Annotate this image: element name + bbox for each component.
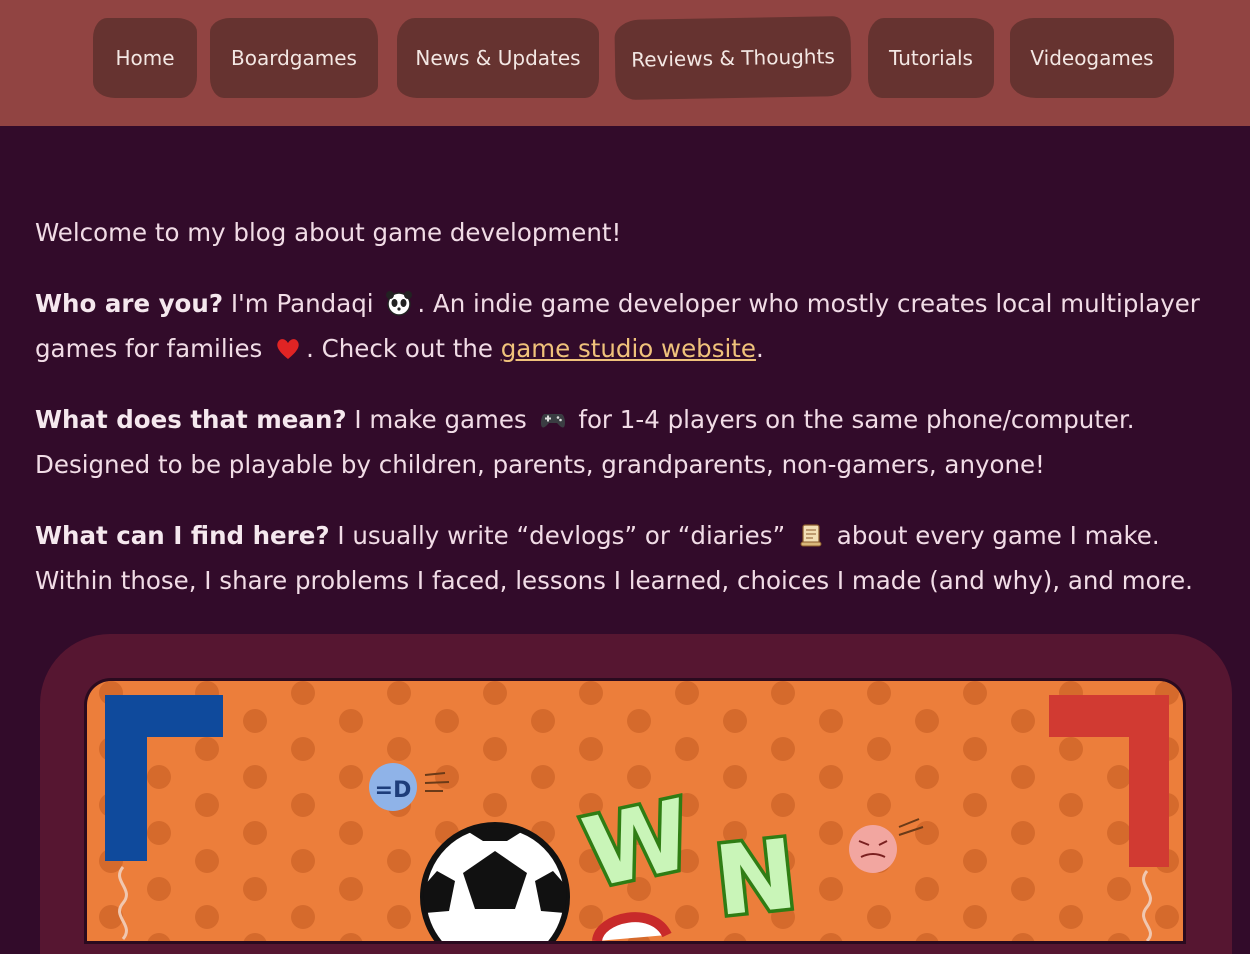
scroll-icon [800, 524, 822, 547]
who-paragraph: Who are you? I'm Pandaqi . An indie game… [35, 289, 1200, 363]
what-question: What does that mean? [35, 405, 347, 434]
nav-home[interactable]: Home [93, 18, 197, 98]
soccer-ball-icon [420, 822, 570, 941]
letter-n: N [706, 815, 805, 941]
game-studio-link[interactable]: game studio website [501, 334, 756, 363]
who-question: Who are you? [35, 289, 224, 318]
nav-reviews-thoughts[interactable]: Reviews & Thoughts [614, 15, 852, 101]
welcome-text: Welcome to my blog about game developmen… [35, 218, 622, 247]
nav-tutorials[interactable]: Tutorials [868, 18, 994, 98]
panda-icon [386, 291, 413, 316]
heart-icon [277, 339, 299, 359]
game-banner-image[interactable]: =D W N [87, 681, 1183, 941]
nav-boardgames[interactable]: Boardgames [210, 18, 378, 98]
nav-videogames[interactable]: Videogames [1010, 18, 1174, 98]
find-paragraph: What can I find here? I usually write “d… [35, 521, 1193, 595]
nav-news-updates[interactable]: News & Updates [397, 18, 599, 98]
intro-section: Welcome to my blog about game developmen… [35, 210, 1235, 629]
gamepad-icon [540, 414, 565, 428]
top-nav-bar: Home Boardgames News & Updates Reviews &… [0, 0, 1250, 126]
find-question: What can I find here? [35, 521, 330, 550]
svg-text:N: N [710, 818, 802, 938]
svg-text:=D: =D [375, 778, 412, 803]
what-paragraph: What does that mean? I make games for 1-… [35, 405, 1135, 479]
banner-artwork: =D W N [87, 681, 1183, 941]
